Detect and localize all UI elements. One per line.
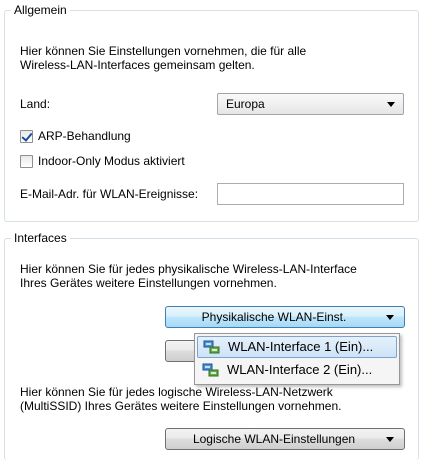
menu-item-wlan-interface-1[interactable]: WLAN-Interface 1 (Ein)...	[197, 336, 397, 358]
physical-wlan-settings-label: Physikalische WLAN-Einst.	[201, 310, 347, 324]
logical-wlan-settings-button[interactable]: Logische WLAN-Einstellungen	[165, 428, 405, 450]
interface-dropdown-menu: WLAN-Interface 1 (Ein)... WLAN-Interface…	[194, 333, 400, 385]
menu-item-label: WLAN-Interface 2 (Ein)...	[227, 362, 373, 377]
general-description-line2: Wireless-LAN-Interfaces gemeinsam gelten…	[20, 58, 255, 72]
general-description-line1: Hier können Sie Einstellungen vornehmen,…	[20, 44, 307, 58]
logical-wlan-settings-label: Logische WLAN-Einstellungen	[192, 432, 356, 446]
network-adapter-icon	[202, 363, 219, 377]
physical-wlan-settings-button[interactable]: Physikalische WLAN-Einst.	[165, 306, 405, 328]
chevron-down-icon	[386, 437, 394, 442]
indoor-checkbox[interactable]	[20, 155, 33, 168]
physical-description-line2: Ihres Gerätes weitere Einstellungen vorn…	[20, 276, 277, 290]
chevron-down-icon	[387, 102, 395, 107]
menu-item-label: WLAN-Interface 1 (Ein)...	[228, 339, 374, 354]
country-label: Land:	[20, 97, 51, 111]
logical-description-line2: (MultiSSID) Ihres Gerätes weitere Einste…	[20, 399, 342, 413]
network-adapter-icon	[203, 340, 220, 354]
arp-label[interactable]: ARP-Behandlung	[38, 129, 131, 143]
chevron-down-icon	[386, 315, 394, 320]
email-label: E-Mail-Adr. für WLAN-Ereignisse:	[20, 187, 199, 201]
physical-description-line1: Hier können Sie für jedes physikalische …	[20, 262, 357, 276]
interfaces-legend: Interfaces	[11, 231, 70, 245]
country-select-value: Europa	[226, 97, 265, 111]
indoor-label[interactable]: Indoor-Only Modus aktiviert	[38, 154, 185, 168]
email-field[interactable]	[217, 183, 404, 205]
arp-checkbox[interactable]	[20, 130, 33, 143]
logical-description-line1: Hier können Sie für jedes logische Wirel…	[20, 385, 333, 399]
country-select[interactable]: Europa	[217, 93, 404, 115]
menu-item-wlan-interface-2[interactable]: WLAN-Interface 2 (Ein)...	[197, 360, 397, 382]
general-legend: Allgemein	[11, 3, 70, 17]
